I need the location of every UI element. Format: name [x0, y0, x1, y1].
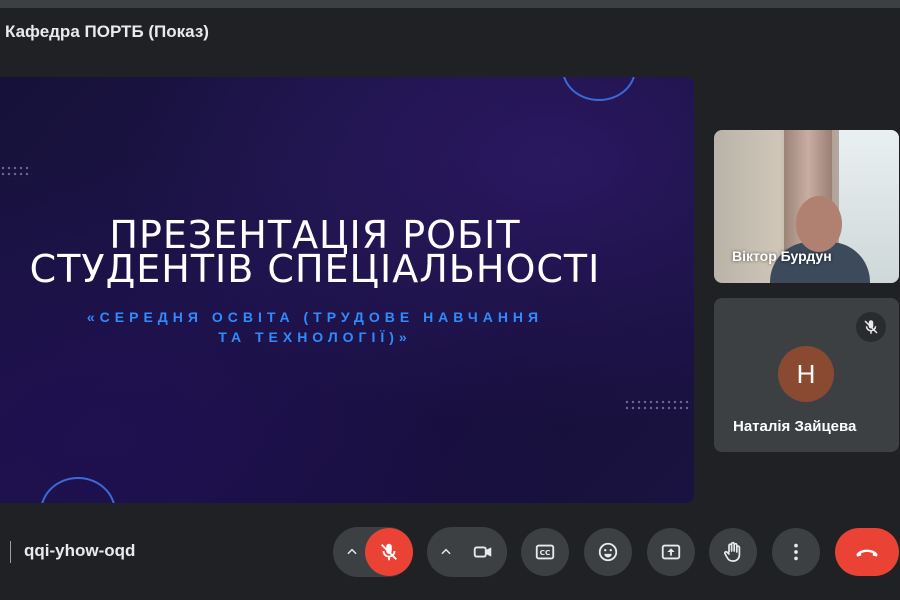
mic-toggle-button[interactable]	[365, 528, 413, 576]
reactions-button[interactable]	[584, 528, 632, 576]
mic-off-icon	[862, 318, 880, 336]
hand-icon	[721, 540, 745, 564]
meeting-code: qqi-yhow-oqd	[24, 541, 136, 560]
participant-video-head	[796, 196, 842, 252]
mic-off-icon	[378, 541, 400, 563]
present-now-button[interactable]	[647, 528, 695, 576]
slide-subtitle-line-2: ТА ТЕХНОЛОГІЇ)»	[218, 329, 412, 345]
slide-title-line-2: СТУДЕНТІВ СПЕЦІАЛЬНОСТІ	[29, 247, 601, 291]
participant-tile-avatar[interactable]: Н Наталія Зайцева	[714, 298, 899, 452]
top-strip	[0, 0, 900, 8]
slide-subtitle-line-1: «СЕРЕДНЯ ОСВІТА (ТРУДОВЕ НАВЧАННЯ	[86, 309, 544, 325]
camera-icon	[472, 541, 494, 563]
decorative-dots-left	[0, 165, 32, 179]
mic-options-button[interactable]	[340, 540, 364, 564]
chevron-up-icon	[345, 545, 359, 559]
call-end-icon	[853, 538, 881, 566]
decorative-arc-top	[562, 77, 636, 101]
camera-options-button[interactable]	[434, 540, 458, 564]
participant-muted-badge	[856, 312, 886, 342]
meeting-title: Кафедра ПОРТБ (Показ)	[5, 22, 209, 41]
emoji-icon	[597, 541, 619, 563]
leave-call-button[interactable]	[835, 528, 899, 576]
presentation-slide: ПРЕЗЕНТАЦІЯ РОБІТ СТУДЕНТІВ СПЕЦІАЛЬНОСТ…	[0, 77, 694, 503]
participant-name: Наталія Зайцева	[733, 418, 857, 435]
present-screen-icon	[660, 541, 682, 563]
participant-avatar: Н	[778, 346, 834, 402]
raise-hand-button[interactable]	[709, 528, 757, 576]
chevron-up-icon	[439, 545, 453, 559]
meeting-code-divider	[10, 541, 11, 563]
camera-toggle-button[interactable]	[459, 528, 507, 576]
captions-button[interactable]: CC	[521, 528, 569, 576]
svg-text:CC: CC	[540, 548, 551, 557]
decorative-dots-right	[624, 399, 692, 413]
participant-name: Віктор Бурдун	[732, 248, 832, 264]
more-vert-icon	[785, 541, 807, 563]
cc-icon: CC	[534, 541, 556, 563]
participant-tile-video[interactable]: Віктор Бурдун	[714, 130, 899, 283]
more-options-button[interactable]	[772, 528, 820, 576]
top-bar: Кафедра ПОРТБ (Показ)	[0, 0, 900, 60]
decorative-arc-bottom	[40, 477, 116, 503]
